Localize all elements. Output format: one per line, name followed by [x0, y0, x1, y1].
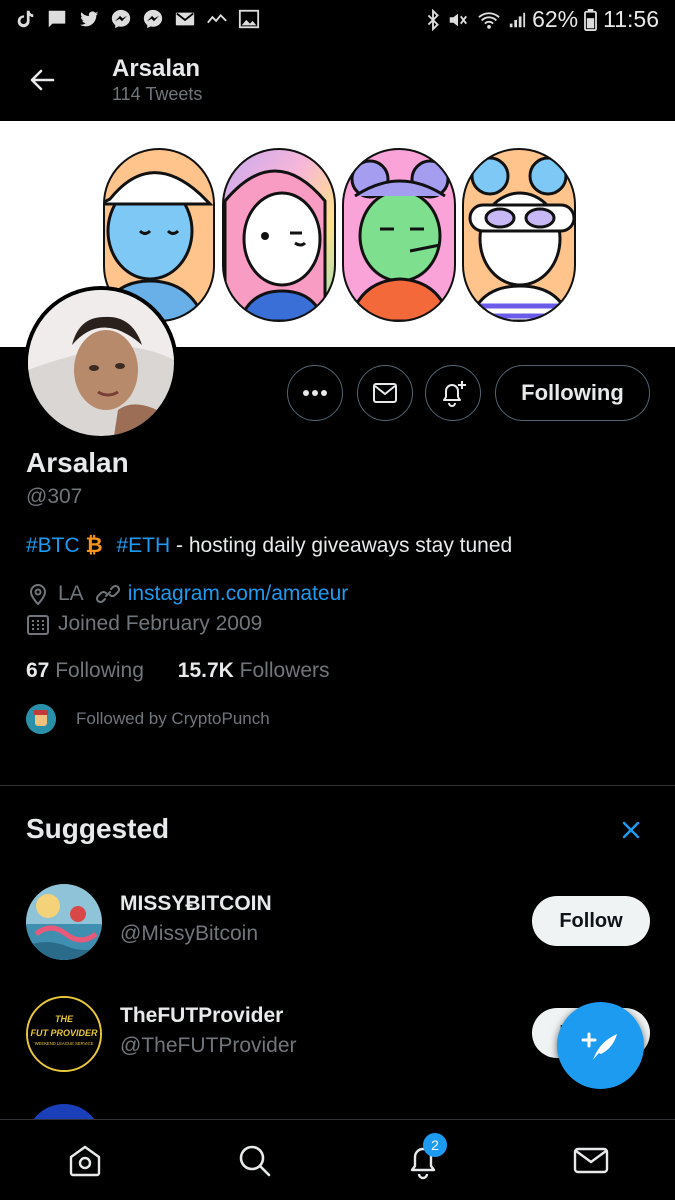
suggested-avatar — [26, 884, 102, 960]
messenger-icon-2 — [143, 9, 163, 29]
message-button[interactable] — [357, 365, 413, 421]
tweet-count: 114 Tweets — [112, 84, 203, 104]
close-icon[interactable] — [619, 818, 643, 842]
messenger-icon — [111, 9, 131, 29]
messages-icon[interactable] — [571, 1140, 611, 1180]
profile-website-link[interactable]: instagram.com/amateur — [128, 582, 349, 606]
hashtag-btc[interactable]: #BTC — [26, 534, 80, 557]
back-arrow-icon[interactable] — [28, 66, 56, 94]
suggested-handle: @TheFUTProvider — [120, 1034, 297, 1057]
svg-text:THE: THE — [55, 1014, 74, 1024]
bell-plus-icon — [443, 381, 466, 407]
signal-icon — [509, 12, 526, 27]
avatar-photo — [28, 290, 174, 436]
mail-icon — [175, 12, 195, 26]
profile-name: Arsalan — [26, 447, 129, 478]
bio-text: - hosting daily giveaways stay tuned — [170, 534, 513, 557]
link-icon — [95, 584, 120, 604]
svg-text:WEEKEND LEAGUE SERVICE: WEEKEND LEAGUE SERVICE — [35, 1041, 94, 1046]
profile-meta-row: LA instagram.com/amateur — [26, 582, 348, 606]
notification-badge: 2 — [423, 1133, 447, 1157]
envelope-icon — [373, 383, 397, 403]
suggested-handle: @MissyBitcoin — [120, 922, 259, 945]
calendar-icon — [27, 615, 49, 635]
cryptopunch-avatar — [26, 704, 56, 734]
suggested-account[interactable]: MISSYɃITCOIN @MissyBitcoin Follow — [0, 884, 675, 964]
twitter-icon — [79, 11, 99, 27]
hashtag-eth[interactable]: #ETH — [117, 534, 171, 557]
follow-stats: 67 Following 15.7K Followers — [26, 659, 330, 683]
bitcoin-icon: ₿ — [85, 534, 103, 557]
wifi-icon — [478, 11, 500, 29]
profile-location: LA — [58, 582, 84, 605]
followers-stat[interactable]: 15.7K Followers — [178, 659, 330, 682]
notifications-toggle-button[interactable] — [425, 365, 481, 421]
bluetooth-icon — [427, 8, 439, 31]
battery-percent: 62% — [532, 6, 579, 32]
svg-text:FUT PROVIDER: FUT PROVIDER — [30, 1028, 98, 1038]
following-stat[interactable]: 67 Following — [26, 659, 144, 682]
profile-handle: @307 — [26, 485, 83, 508]
clock: 11:56 — [603, 6, 659, 32]
tiktok-icon — [17, 10, 34, 28]
following-button[interactable]: Following — [495, 365, 650, 421]
profile-bio: #BTC ₿ #ETH - hosting daily giveaways st… — [26, 534, 512, 558]
followed-by-text: Followed by CryptoPunch — [76, 709, 270, 728]
profile-avatar[interactable] — [24, 286, 178, 440]
suggested-heading: Suggested — [26, 813, 170, 844]
message-icon — [48, 10, 66, 28]
search-icon[interactable] — [234, 1140, 274, 1180]
joined-date: Joined February 2009 — [58, 612, 263, 635]
bottom-navigation — [0, 1119, 675, 1200]
battery-icon — [584, 8, 598, 31]
section-divider — [0, 785, 675, 786]
home-icon[interactable] — [65, 1140, 105, 1180]
status-bar: 62% 11:56 — [0, 0, 675, 40]
more-options-button[interactable] — [287, 365, 343, 421]
mute-icon — [449, 13, 468, 26]
location-pin-icon — [29, 584, 47, 606]
follow-button[interactable]: Follow — [532, 896, 650, 946]
profile-joined-row: Joined February 2009 — [26, 612, 262, 636]
header-title: Arsalan — [112, 55, 201, 82]
ellipsis-icon — [303, 390, 327, 396]
feather-plus-icon — [581, 1032, 617, 1060]
compose-tweet-button[interactable] — [557, 1002, 644, 1089]
followed-by-row[interactable]: Followed by CryptoPunch — [26, 704, 270, 734]
suggested-name: MISSYɃITCOIN — [120, 892, 272, 915]
suggested-avatar: THE FUT PROVIDER WEEKEND LEAGUE SERVICE — [26, 996, 102, 1072]
profile-header: Arsalan 114 Tweets — [0, 40, 675, 120]
gallery-icon — [238, 9, 260, 29]
suggested-name: TheFUTProvider — [120, 1004, 284, 1027]
trend-icon — [207, 13, 227, 24]
